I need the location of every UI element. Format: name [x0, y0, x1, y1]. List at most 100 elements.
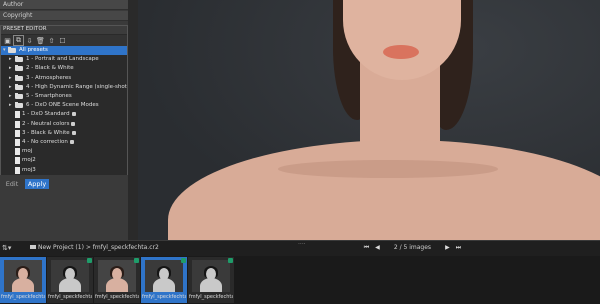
preset-label: 1 - Portrait and Landscape [26, 56, 99, 63]
preset-label: 4 - No correction [22, 139, 68, 145]
preset-item-row[interactable]: moj2 [1, 156, 127, 165]
preset-item-row[interactable]: 4 - No correction [1, 138, 127, 147]
thumbnail-image [98, 260, 136, 292]
copyright-field[interactable]: Copyright [0, 11, 128, 21]
sort-icon[interactable]: ⇅▾ [2, 244, 11, 252]
thumbnail-filename: fmfyl_speckfechta.cr [1, 294, 45, 300]
preset-label: moj [22, 148, 33, 155]
thumbnail-figure [59, 278, 81, 292]
main-image-viewer[interactable] [138, 0, 600, 240]
copyright-label: Copyright [3, 12, 33, 19]
preset-item-row[interactable]: moj3 [1, 166, 127, 175]
preset-file-icon [15, 166, 20, 174]
expand-arrow-icon[interactable]: ▸ [9, 65, 12, 71]
preset-folder-row[interactable]: ▸ 6 - DxO ONE Scene Modes [1, 101, 127, 110]
preset-editor-toolbar: ▣ ⧉ ⇩ 🗑 ⇧ ☐ [1, 35, 127, 46]
preset-editor-title: PRESET EDITOR [3, 26, 47, 32]
filmstrip-thumbnail[interactable]: fmfyl_speckfechta.cr [0, 257, 46, 303]
image-lips [383, 45, 419, 59]
preset-label: 3 - Atmospheres [26, 74, 72, 81]
preset-item-row[interactable]: moj [1, 147, 127, 156]
filmstrip-thumbnail[interactable]: fmfyl_speckfechta.cr [47, 257, 93, 303]
thumbnail-image [51, 260, 89, 292]
thumbnail-figure [200, 278, 222, 292]
import-icon[interactable]: ⇩ [25, 36, 34, 45]
thumbnail-figure [159, 268, 169, 280]
preset-editor-panel: PRESET EDITOR ▣ ⧉ ⇩ 🗑 ⇧ ☐ ▾ All presets ▸ 1… [0, 25, 128, 190]
preset-item-row[interactable]: 1 - DxO Standard [1, 110, 127, 119]
thumbnail-image [192, 260, 230, 292]
resize-handle[interactable]: .... [298, 239, 306, 246]
breadcrumb[interactable]: New Project (1) > fmfyl_speckfechta.cr2 [30, 244, 159, 251]
preset-folder-row[interactable]: ▸ 5 - Smartphones [1, 92, 127, 101]
preset-folder-row[interactable]: ▸ 1 - Portrait and Landscape [1, 55, 127, 64]
filmstrip-thumbnail[interactable]: fmfyl_speckfechta.cr [188, 257, 234, 303]
thumbnail-figure [12, 278, 34, 292]
author-field[interactable]: Author [0, 0, 128, 10]
expand-arrow-icon[interactable]: ▸ [9, 75, 12, 81]
duplicate-icon[interactable]: ⧉ [13, 35, 24, 46]
delete-icon[interactable]: 🗑 [36, 36, 45, 45]
collapse-arrow-icon[interactable]: ▾ [3, 47, 6, 53]
filmstrip: fmfyl_speckfechta.crfmfyl_speckfechta.cr… [0, 256, 600, 304]
filmstrip-toolbar: ⇅▾ New Project (1) > fmfyl_speckfechta.c… [0, 239, 600, 256]
filmstrip-thumbnail[interactable]: fmfyl_speckfechta.cr [141, 257, 187, 303]
last-image-icon[interactable]: ⏭ [454, 244, 463, 252]
preset-file-icon [15, 129, 20, 137]
preset-label: 4 - High Dynamic Range (single-shot HDR) [26, 83, 127, 90]
expand-arrow-icon[interactable]: ▸ [9, 84, 12, 90]
preset-folder-row[interactable]: ▸ 4 - High Dynamic Range (single-shot HDR… [1, 83, 127, 92]
preset-file-icon [15, 120, 20, 128]
preset-folder-row[interactable]: ▸ 3 - Atmospheres [1, 74, 127, 83]
preset-label: moj3 [22, 166, 36, 173]
thumbnail-figure [106, 278, 128, 292]
export-icon[interactable]: ⇧ [47, 36, 56, 45]
corrections-applied-badge [87, 258, 92, 263]
preset-file-icon [15, 111, 20, 119]
next-image-icon[interactable]: ▶ [443, 244, 452, 251]
apply-button[interactable]: Apply [25, 179, 49, 189]
corrections-applied-badge [134, 258, 139, 263]
folder-icon [15, 65, 23, 72]
folder-icon [30, 245, 36, 249]
preset-label: 2 - Black & White [26, 65, 74, 72]
folder-icon [15, 93, 23, 99]
preset-item-row[interactable]: 2 - Neutral colors [1, 120, 127, 129]
project-path: New Project (1) > fmfyl_speckfechta.cr2 [38, 244, 159, 251]
preset-folder-row[interactable]: ▾ All presets [1, 46, 127, 55]
preset-file-icon [15, 139, 20, 146]
thumbnail-figure [206, 268, 216, 280]
preset-item-row[interactable]: 3 - Black & White [1, 129, 127, 138]
lock-icon [72, 130, 76, 135]
preset-file-icon [15, 148, 20, 156]
expand-arrow-icon[interactable]: ▸ [9, 56, 12, 62]
folder-icon [15, 56, 23, 63]
filmstrip-thumbnail[interactable]: fmfyl_speckfechta.cr [94, 257, 140, 303]
preset-label: All presets [19, 47, 48, 53]
image-clavicle-shadow [278, 160, 498, 178]
previous-image-icon[interactable]: ◀ [373, 244, 382, 251]
new-preset-icon[interactable]: ▣ [3, 36, 12, 45]
folder-icon [15, 83, 23, 90]
thumbnail-filename: fmfyl_speckfechta.cr [142, 294, 186, 300]
edit-button[interactable]: Edit [2, 179, 22, 189]
corrections-applied-badge [228, 258, 233, 263]
save-icon[interactable]: ☐ [58, 36, 67, 45]
panel-divider[interactable] [128, 0, 138, 240]
lock-icon [70, 140, 74, 144]
thumbnail-image [145, 260, 183, 292]
first-image-icon[interactable]: ⏮ [362, 244, 371, 252]
thumbnail-figure [18, 268, 28, 280]
left-panel-empty-area [0, 190, 128, 240]
thumbnail-filename: fmfyl_speckfechta.cr [48, 294, 92, 300]
thumbnail-figure [153, 278, 175, 292]
left-panel: Author Copyright PRESET EDITOR ▣ ⧉ ⇩ 🗑 ⇧… [0, 0, 128, 240]
corrections-applied-badge [181, 258, 186, 263]
thumbnail-filename: fmfyl_speckfechta.cr [95, 294, 139, 300]
expand-arrow-icon[interactable]: ▸ [9, 102, 12, 108]
expand-arrow-icon[interactable]: ▸ [9, 93, 12, 99]
preset-folder-row[interactable]: ▸ 2 - Black & White [1, 64, 127, 73]
folder-icon [15, 102, 23, 109]
preset-label: 3 - Black & White [22, 129, 70, 136]
preset-label: 5 - Smartphones [26, 93, 72, 99]
